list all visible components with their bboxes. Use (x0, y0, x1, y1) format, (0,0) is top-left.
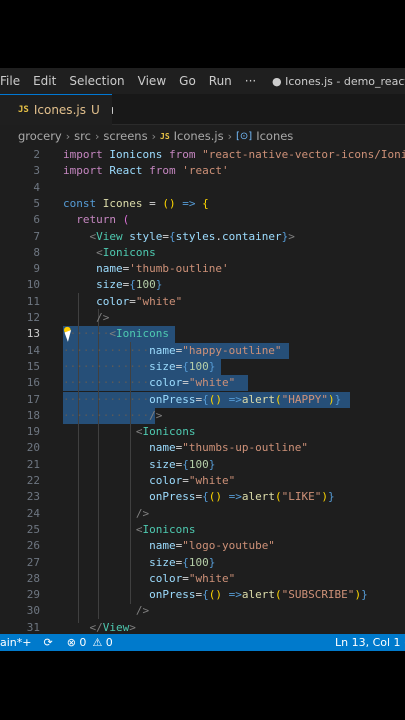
menu-bar: File Edit Selection View Go Run ··· ● Ic… (0, 68, 405, 94)
untracked-badge: U (90, 103, 100, 117)
code-line: 13 ·······<Ionicons (26, 327, 169, 341)
code-line: 26 name="logo-youtube" (26, 539, 275, 553)
menu-edit[interactable]: Edit (33, 74, 62, 88)
menu-file[interactable]: File (0, 74, 26, 88)
tab-bar: JS Icones.js U (0, 94, 405, 125)
window-title: ● Icones.js - demo_react - Vis (272, 74, 405, 88)
menu-run[interactable]: Run (209, 74, 238, 88)
code-line: 24 /> (26, 506, 150, 520)
code-line: 25 <Ionicons (26, 522, 196, 536)
chevron-right-icon: › (65, 129, 71, 143)
code-line: 18 ·············/> (26, 408, 163, 422)
code-line: 4 (33, 180, 40, 194)
code-line: 6 return ( (33, 213, 130, 227)
tab-icones-js[interactable]: JS Icones.js U (0, 94, 112, 125)
warnings-count[interactable]: ⚠ 0 (92, 636, 112, 649)
code-line: 29 onPress={() =>alert("SUBSCRIBE")} (26, 588, 368, 602)
code-editor[interactable]: 2 import Ionicons from "react-native-vect… (0, 147, 405, 634)
errors-count[interactable]: ⊗ 0 (67, 636, 87, 649)
breadcrumb-src[interactable]: src (74, 129, 91, 143)
code-line: 30 /> (26, 604, 150, 618)
code-line: 20 name="thumbs-up-outline" (26, 441, 309, 455)
code-line: 17 ·············onPress={() =>alert("HAPP… (26, 392, 342, 406)
breadcrumb: grocery › src › screens › JS Icones.js ›… (0, 125, 405, 147)
sync-icon[interactable]: ⟳ (44, 636, 53, 649)
code-line: 31 </View> (26, 620, 136, 634)
code-line: 23 onPress={() =>alert("LIKE")} (26, 490, 335, 504)
js-file-icon: JS (18, 105, 29, 115)
git-branch[interactable]: ain*+ (0, 636, 32, 649)
code-line: 15 ·············size={100} (26, 359, 216, 373)
code-line: 10 size={100} (26, 278, 163, 292)
code-line: 11 color="white" (26, 294, 183, 308)
breadcrumb-grocery[interactable]: grocery (18, 129, 62, 143)
code-line: 14 ·············name="happy-outline" (26, 343, 282, 357)
js-file-icon: JS (160, 131, 170, 141)
code-line: 8 <Ionicons (33, 245, 156, 259)
menu-selection[interactable]: Selection (69, 74, 130, 88)
code-line: 28 color="white" (26, 571, 236, 585)
symbol-icon: [⊙] (236, 130, 253, 142)
status-bar: ain*+ ⟳ ⊗ 0 ⚠ 0 Ln 13, Col 1 (16 (0, 634, 405, 651)
breadcrumb-screens[interactable]: screens (103, 129, 147, 143)
breadcrumb-symbol[interactable]: Icones (256, 129, 293, 143)
code-line: 19 <Ionicons (26, 425, 196, 439)
vscode-window: File Edit Selection View Go Run ··· ● Ic… (0, 68, 405, 651)
code-line: 22 color="white" (26, 474, 236, 487)
code-line: 5 const Icones = () => { (33, 196, 209, 210)
code-line: 7 <View style={styles.container}> (33, 229, 295, 243)
menu-view[interactable]: View (138, 74, 172, 88)
code-line: 3 import React from 'react' (33, 164, 229, 178)
cursor-position[interactable]: Ln 13, Col 1 (16 (335, 636, 405, 649)
code-line: 12 /> (26, 311, 110, 324)
menu-more[interactable]: ··· (245, 74, 262, 88)
code-line: 21 size={100} (26, 457, 216, 471)
chevron-right-icon: › (227, 129, 232, 143)
menu-go[interactable]: Go (179, 74, 202, 88)
code-line: 9 name='thumb-outline' (33, 262, 229, 276)
code-line: 27 size={100} (26, 555, 216, 569)
code-line: 16 ·············color="white" (26, 376, 236, 390)
chevron-right-icon: › (151, 129, 156, 143)
breadcrumb-file[interactable]: Icones.js (174, 129, 224, 143)
chevron-right-icon: › (94, 129, 100, 143)
tab-label: Icones.js (33, 103, 86, 117)
code-line: 2 import Ionicons from "react-native-vect… (33, 148, 405, 161)
